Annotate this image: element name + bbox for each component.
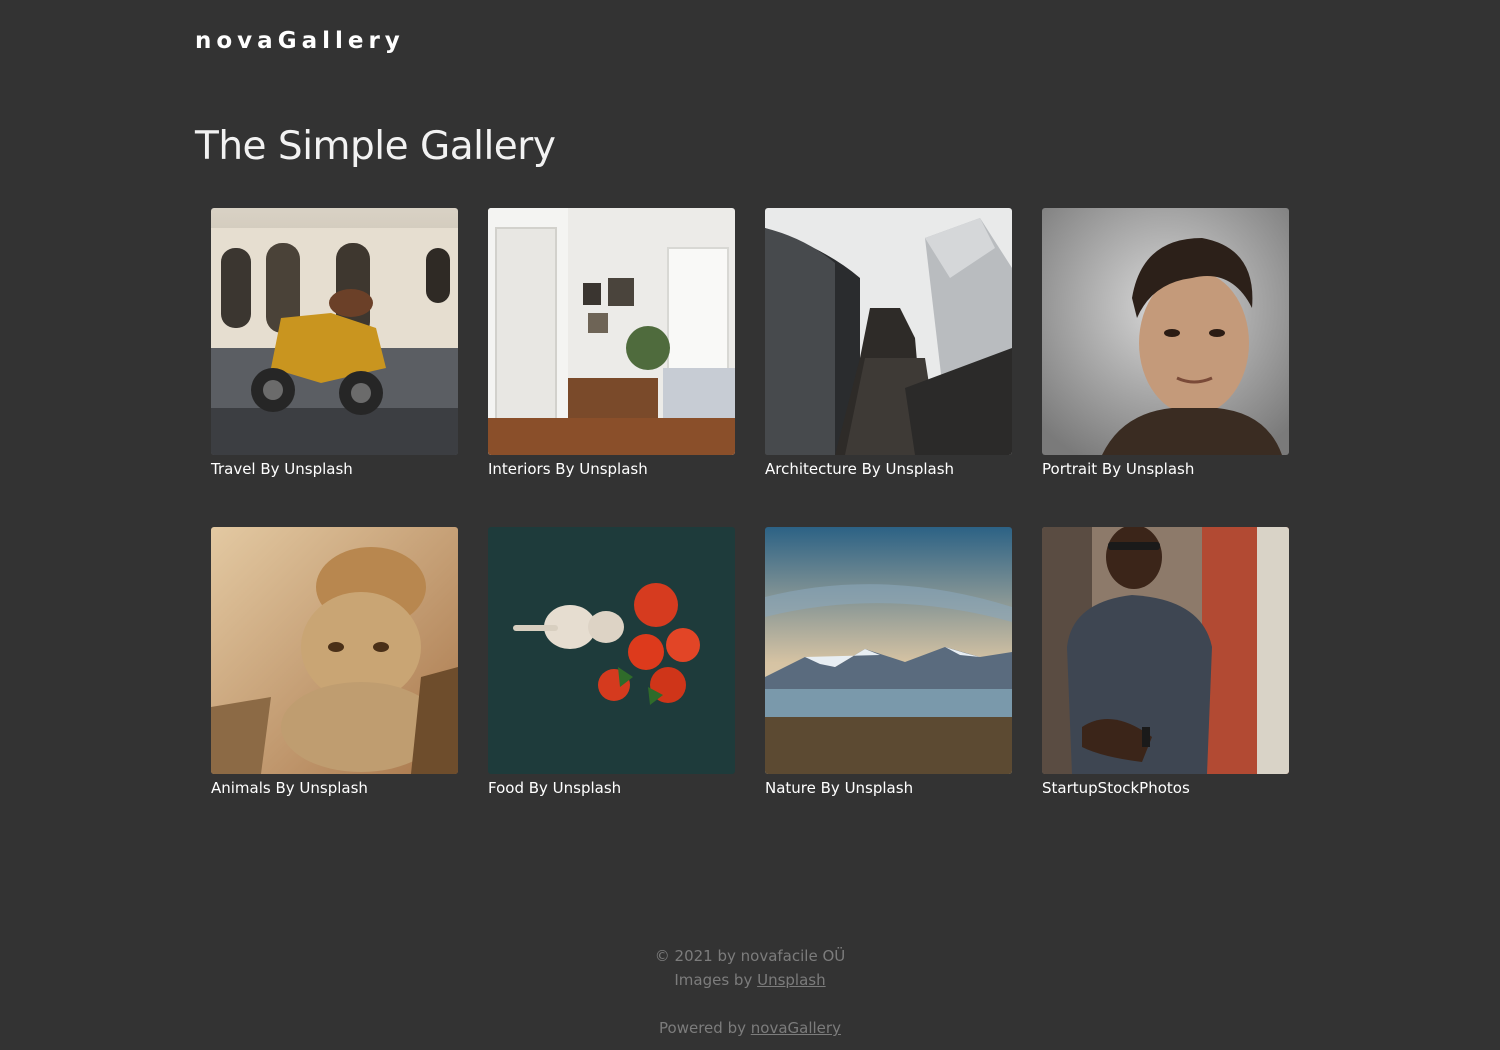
album-card-architecture[interactable]: Architecture By Unsplash — [765, 208, 1012, 478]
footer-images-credit: Images by Unsplash — [0, 968, 1500, 992]
album-thumbnail-architecture[interactable] — [765, 208, 1012, 455]
album-thumbnail-interiors[interactable] — [488, 208, 735, 455]
album-card-interiors[interactable]: Interiors By Unsplash — [488, 208, 735, 478]
album-thumbnail-food[interactable] — [488, 527, 735, 774]
album-card-travel[interactable]: Travel By Unsplash — [211, 208, 458, 478]
album-caption: Animals By Unsplash — [211, 779, 368, 797]
footer-powered-by: Powered by novaGallery — [0, 1016, 1500, 1040]
album-caption: Architecture By Unsplash — [765, 460, 955, 478]
novagallery-link[interactable]: novaGallery — [751, 1019, 841, 1037]
unsplash-link[interactable]: Unsplash — [757, 971, 826, 989]
album-card-animals[interactable]: Animals By Unsplash — [211, 527, 458, 797]
album-card-food[interactable]: Food By Unsplash — [488, 527, 735, 797]
album-card-nature[interactable]: Nature By Unsplash — [765, 527, 1012, 797]
album-thumbnail-travel[interactable] — [211, 208, 458, 455]
footer: © 2021 by novafacile OÜ Images by Unspla… — [0, 944, 1500, 1040]
brand-logo-link[interactable]: novaGallery — [195, 28, 405, 54]
album-caption: Nature By Unsplash — [765, 779, 914, 797]
album-caption: Portrait By Unsplash — [1042, 460, 1195, 478]
footer-powered-prefix: Powered by — [659, 1019, 746, 1037]
footer-images-prefix: Images by — [674, 971, 753, 989]
album-thumbnail-startupstockphotos[interactable] — [1042, 527, 1289, 774]
page-title: The Simple Gallery — [195, 124, 556, 169]
album-thumbnail-portrait[interactable] — [1042, 208, 1289, 455]
album-card-startupstockphotos[interactable]: StartupStockPhotos — [1042, 527, 1289, 797]
footer-copyright: © 2021 by novafacile OÜ — [654, 947, 846, 965]
album-caption: Food By Unsplash — [488, 779, 622, 797]
album-thumbnail-nature[interactable] — [765, 527, 1012, 774]
album-card-portrait[interactable]: Portrait By Unsplash — [1042, 208, 1289, 478]
album-caption: StartupStockPhotos — [1042, 779, 1190, 797]
album-thumbnail-animals[interactable] — [211, 527, 458, 774]
album-caption: Interiors By Unsplash — [488, 460, 648, 478]
album-caption: Travel By Unsplash — [211, 460, 353, 478]
